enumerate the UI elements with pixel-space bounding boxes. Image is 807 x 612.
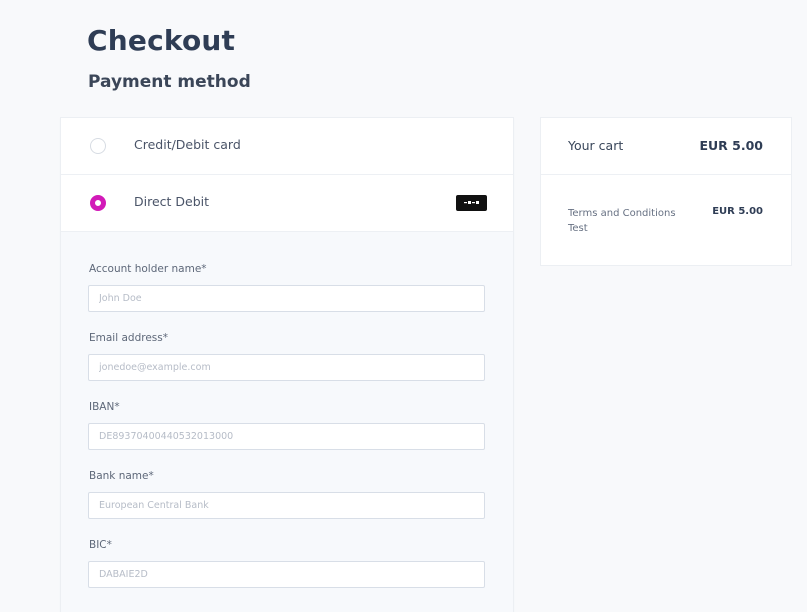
checkout-page: Checkout Payment method Credit/Debit car… [0,0,807,612]
iban-label: IBAN* [89,401,120,413]
direct-debit-radio[interactable] [90,195,106,211]
email-input[interactable] [88,354,485,381]
payment-methods-panel: Credit/Debit card Direct Debit Account h… [60,117,514,612]
iban-input[interactable] [88,423,485,450]
bic-input[interactable] [88,561,485,588]
cart-item-name: Terms and Conditions Test [568,208,676,234]
direct-debit-label: Direct Debit [134,194,210,209]
direct-debit-form: Account holder name* Email address* IBAN… [61,232,513,612]
cart-total: EUR 5.00 [699,138,763,153]
bic-label: BIC* [89,539,112,551]
cart-header: Your cart EUR 5.00 [541,118,791,175]
bank-name-input[interactable] [88,492,485,519]
cart-title: Your cart [568,138,624,153]
account-holder-label: Account holder name* [89,263,207,275]
payment-option-credit-card[interactable]: Credit/Debit card [61,118,513,175]
bank-name-label: Bank name* [89,470,154,482]
email-label: Email address* [89,332,168,344]
sepa-logo-icon [456,195,487,211]
cart-item-price: EUR 5.00 [712,206,763,217]
page-title: Checkout [87,24,236,57]
payment-method-heading: Payment method [88,72,251,92]
credit-card-label: Credit/Debit card [134,137,241,152]
account-holder-input[interactable] [88,285,485,312]
payment-option-direct-debit[interactable]: Direct Debit [61,175,513,232]
cart-summary-panel: Your cart EUR 5.00 Terms and Conditions … [540,117,792,266]
credit-card-radio[interactable] [90,138,106,154]
